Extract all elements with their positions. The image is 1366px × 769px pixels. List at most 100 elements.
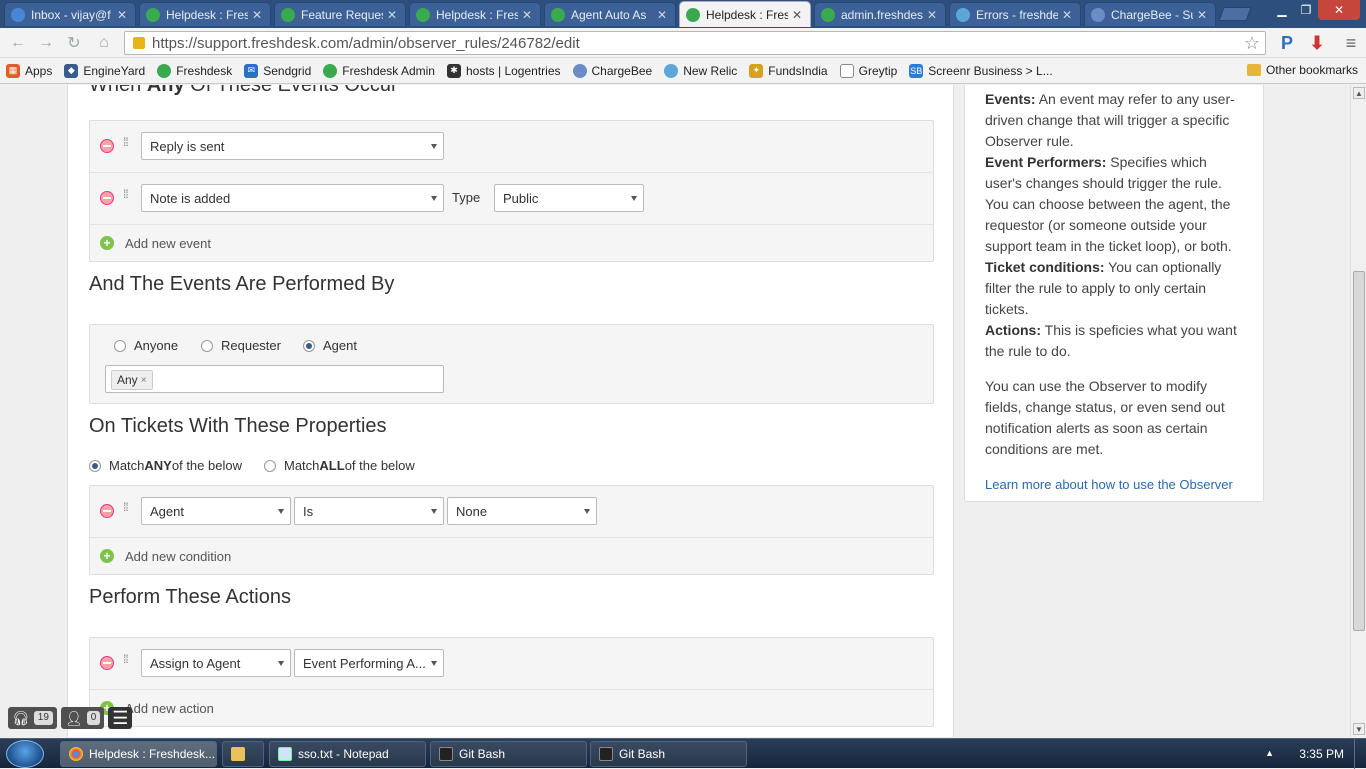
- browser-tab[interactable]: Inbox - vijay@f ✕: [4, 2, 136, 26]
- drag-handle-icon[interactable]: ⁞⁞: [123, 188, 129, 200]
- minimize-icon[interactable]: ▁: [1270, 0, 1294, 20]
- bookmark-item[interactable]: ✦ FundsIndia: [749, 63, 828, 78]
- bookmark-item[interactable]: New Relic: [664, 63, 737, 78]
- close-icon[interactable]: ✕: [1062, 8, 1074, 22]
- show-desktop-button[interactable]: [1354, 739, 1366, 769]
- scrollbar-thumb[interactable]: [1353, 271, 1365, 631]
- bookmark-item[interactable]: ✱ hosts | Logentries: [446, 63, 561, 78]
- bookmark-star-icon[interactable]: ☆: [1244, 33, 1260, 54]
- download-extension-icon[interactable]: ⬇: [1306, 32, 1328, 54]
- bookmark-item[interactable]: ✉ Sendgrid: [244, 63, 311, 78]
- bookmark-label: EngineYard: [83, 63, 146, 78]
- vertical-scrollbar[interactable]: ▲ ▼: [1350, 85, 1366, 737]
- browser-tab[interactable]: Helpdesk : Fres ✕: [139, 2, 271, 26]
- address-bar[interactable]: https://support.freshdesk.com/admin/obse…: [124, 31, 1266, 55]
- performer-radio-anyone[interactable]: Anyone: [114, 338, 178, 353]
- reload-icon[interactable]: ↻: [64, 33, 84, 53]
- taskbar-item-gitbash[interactable]: Git Bash: [590, 741, 747, 767]
- screenr-icon: SB: [909, 63, 924, 78]
- scroll-down-icon[interactable]: ▼: [1353, 723, 1365, 735]
- scroll-up-icon[interactable]: ▲: [1353, 87, 1365, 99]
- remove-condition-icon[interactable]: [100, 504, 114, 518]
- bookmark-item[interactable]: Freshdesk: [157, 63, 232, 78]
- add-event-link[interactable]: + Add new event: [90, 225, 933, 261]
- taskbar-item-gitbash[interactable]: Git Bash: [430, 741, 587, 767]
- add-condition-label: Add new condition: [125, 548, 232, 564]
- bookmark-item[interactable]: ▦ Apps: [6, 63, 52, 78]
- close-icon[interactable]: ✕: [792, 8, 804, 22]
- condition-operator-select[interactable]: Is: [294, 497, 444, 525]
- back-icon[interactable]: ←: [8, 33, 28, 53]
- widget-menu-button[interactable]: ☰: [108, 707, 133, 729]
- bookmark-item[interactable]: Freshdesk Admin: [323, 63, 435, 78]
- tab-title: ChargeBee - Su: [1111, 7, 1193, 22]
- gitbash-icon: [439, 747, 453, 761]
- bookmark-item[interactable]: Greytip: [839, 63, 897, 78]
- window-close-icon[interactable]: ✕: [1318, 0, 1360, 20]
- freshdesk-icon: [323, 63, 338, 78]
- drag-handle-icon[interactable]: ⁞⁞: [123, 136, 129, 148]
- browser-tab[interactable]: admin.freshdes ✕: [814, 2, 946, 26]
- remove-action-icon[interactable]: [100, 656, 114, 670]
- home-icon[interactable]: ⌂: [94, 33, 114, 53]
- close-icon[interactable]: ✕: [252, 8, 264, 22]
- remove-event-icon[interactable]: [100, 191, 114, 205]
- radio-circle: [201, 339, 213, 352]
- match-any-radio[interactable]: Match ANY of the below: [89, 458, 242, 473]
- restore-icon[interactable]: ❐: [1294, 0, 1318, 20]
- agents-widget-button[interactable]: 👤︎ 0: [60, 707, 105, 729]
- remove-event-icon[interactable]: [100, 139, 114, 153]
- bookmark-item[interactable]: ChargeBee: [572, 63, 652, 78]
- learn-more-link[interactable]: Learn more about how to use the Observer: [985, 477, 1233, 492]
- close-icon[interactable]: ✕: [927, 8, 939, 22]
- chargebee-icon: [572, 63, 587, 78]
- browser-tab[interactable]: Errors - freshde ✕: [949, 2, 1081, 26]
- browser-tab[interactable]: Agent Auto As ✕: [544, 2, 676, 26]
- performer-radio-agent[interactable]: Agent: [303, 338, 357, 353]
- drag-handle-icon[interactable]: ⁞⁞: [123, 501, 129, 513]
- bookmark-item[interactable]: SB Screenr Business > L...: [909, 63, 1053, 78]
- condition-field-select[interactable]: Agent: [141, 497, 291, 525]
- other-bookmarks[interactable]: Other bookmarks: [1246, 63, 1358, 77]
- menu-icon[interactable]: ≡: [1340, 32, 1362, 54]
- bookmark-item[interactable]: ◆ EngineYard: [64, 63, 146, 78]
- actions-panel: ⁞⁞ Assign to Agent Event Performing A...…: [89, 637, 934, 727]
- taskbar-item-explorer[interactable]: [222, 741, 264, 767]
- add-action-link[interactable]: + Add new action: [90, 690, 933, 726]
- match-all-radio[interactable]: Match ALL of the below: [264, 458, 415, 473]
- type-label: Type: [452, 190, 481, 205]
- action-value-select[interactable]: Event Performing A...: [294, 649, 444, 677]
- taskbar-item-chrome[interactable]: Helpdesk : Freshdesk...: [60, 741, 217, 767]
- system-clock[interactable]: 3:35 PM: [1299, 747, 1344, 761]
- taskbar-label: Git Bash: [619, 747, 666, 761]
- event-select[interactable]: Reply is sent: [141, 132, 444, 160]
- close-icon[interactable]: ✕: [522, 8, 534, 22]
- type-select[interactable]: Public: [494, 184, 644, 212]
- taskbar-item-notepad[interactable]: sso.txt - Notepad: [269, 741, 426, 767]
- tickets-widget-button[interactable]: 🎧︎ 19: [8, 707, 57, 729]
- performer-radio-requester[interactable]: Requester: [201, 338, 281, 353]
- browser-tab-active[interactable]: Helpdesk : Fres ✕: [679, 1, 811, 27]
- tab-title: Agent Auto As: [571, 7, 647, 22]
- action-type-select[interactable]: Assign to Agent: [141, 649, 291, 677]
- performer-agents-input[interactable]: Any ×: [105, 365, 444, 393]
- chevron-down-icon: [278, 661, 284, 666]
- condition-value-select[interactable]: None: [447, 497, 597, 525]
- start-button[interactable]: [6, 740, 44, 768]
- new-tab-button[interactable]: [1218, 7, 1252, 21]
- browser-tab[interactable]: Helpdesk : Fres ✕: [409, 2, 541, 26]
- close-icon[interactable]: ✕: [657, 8, 669, 22]
- browser-tab[interactable]: ChargeBee - Su ✕: [1084, 2, 1216, 26]
- drag-handle-icon[interactable]: ⁞⁞: [123, 653, 129, 665]
- add-icon: +: [100, 549, 114, 563]
- close-icon[interactable]: ✕: [117, 8, 129, 22]
- browser-tab[interactable]: Feature Reques ✕: [274, 2, 406, 26]
- close-icon[interactable]: ✕: [1197, 8, 1209, 22]
- event-select[interactable]: Note is added: [141, 184, 444, 212]
- paypal-extension-icon[interactable]: P: [1276, 32, 1298, 54]
- close-icon[interactable]: ✕: [387, 8, 399, 22]
- add-condition-link[interactable]: + Add new condition: [90, 538, 933, 574]
- forward-icon[interactable]: →: [36, 33, 56, 53]
- tray-expand-icon[interactable]: ▲: [1265, 748, 1274, 758]
- remove-tag-icon[interactable]: ×: [141, 375, 147, 386]
